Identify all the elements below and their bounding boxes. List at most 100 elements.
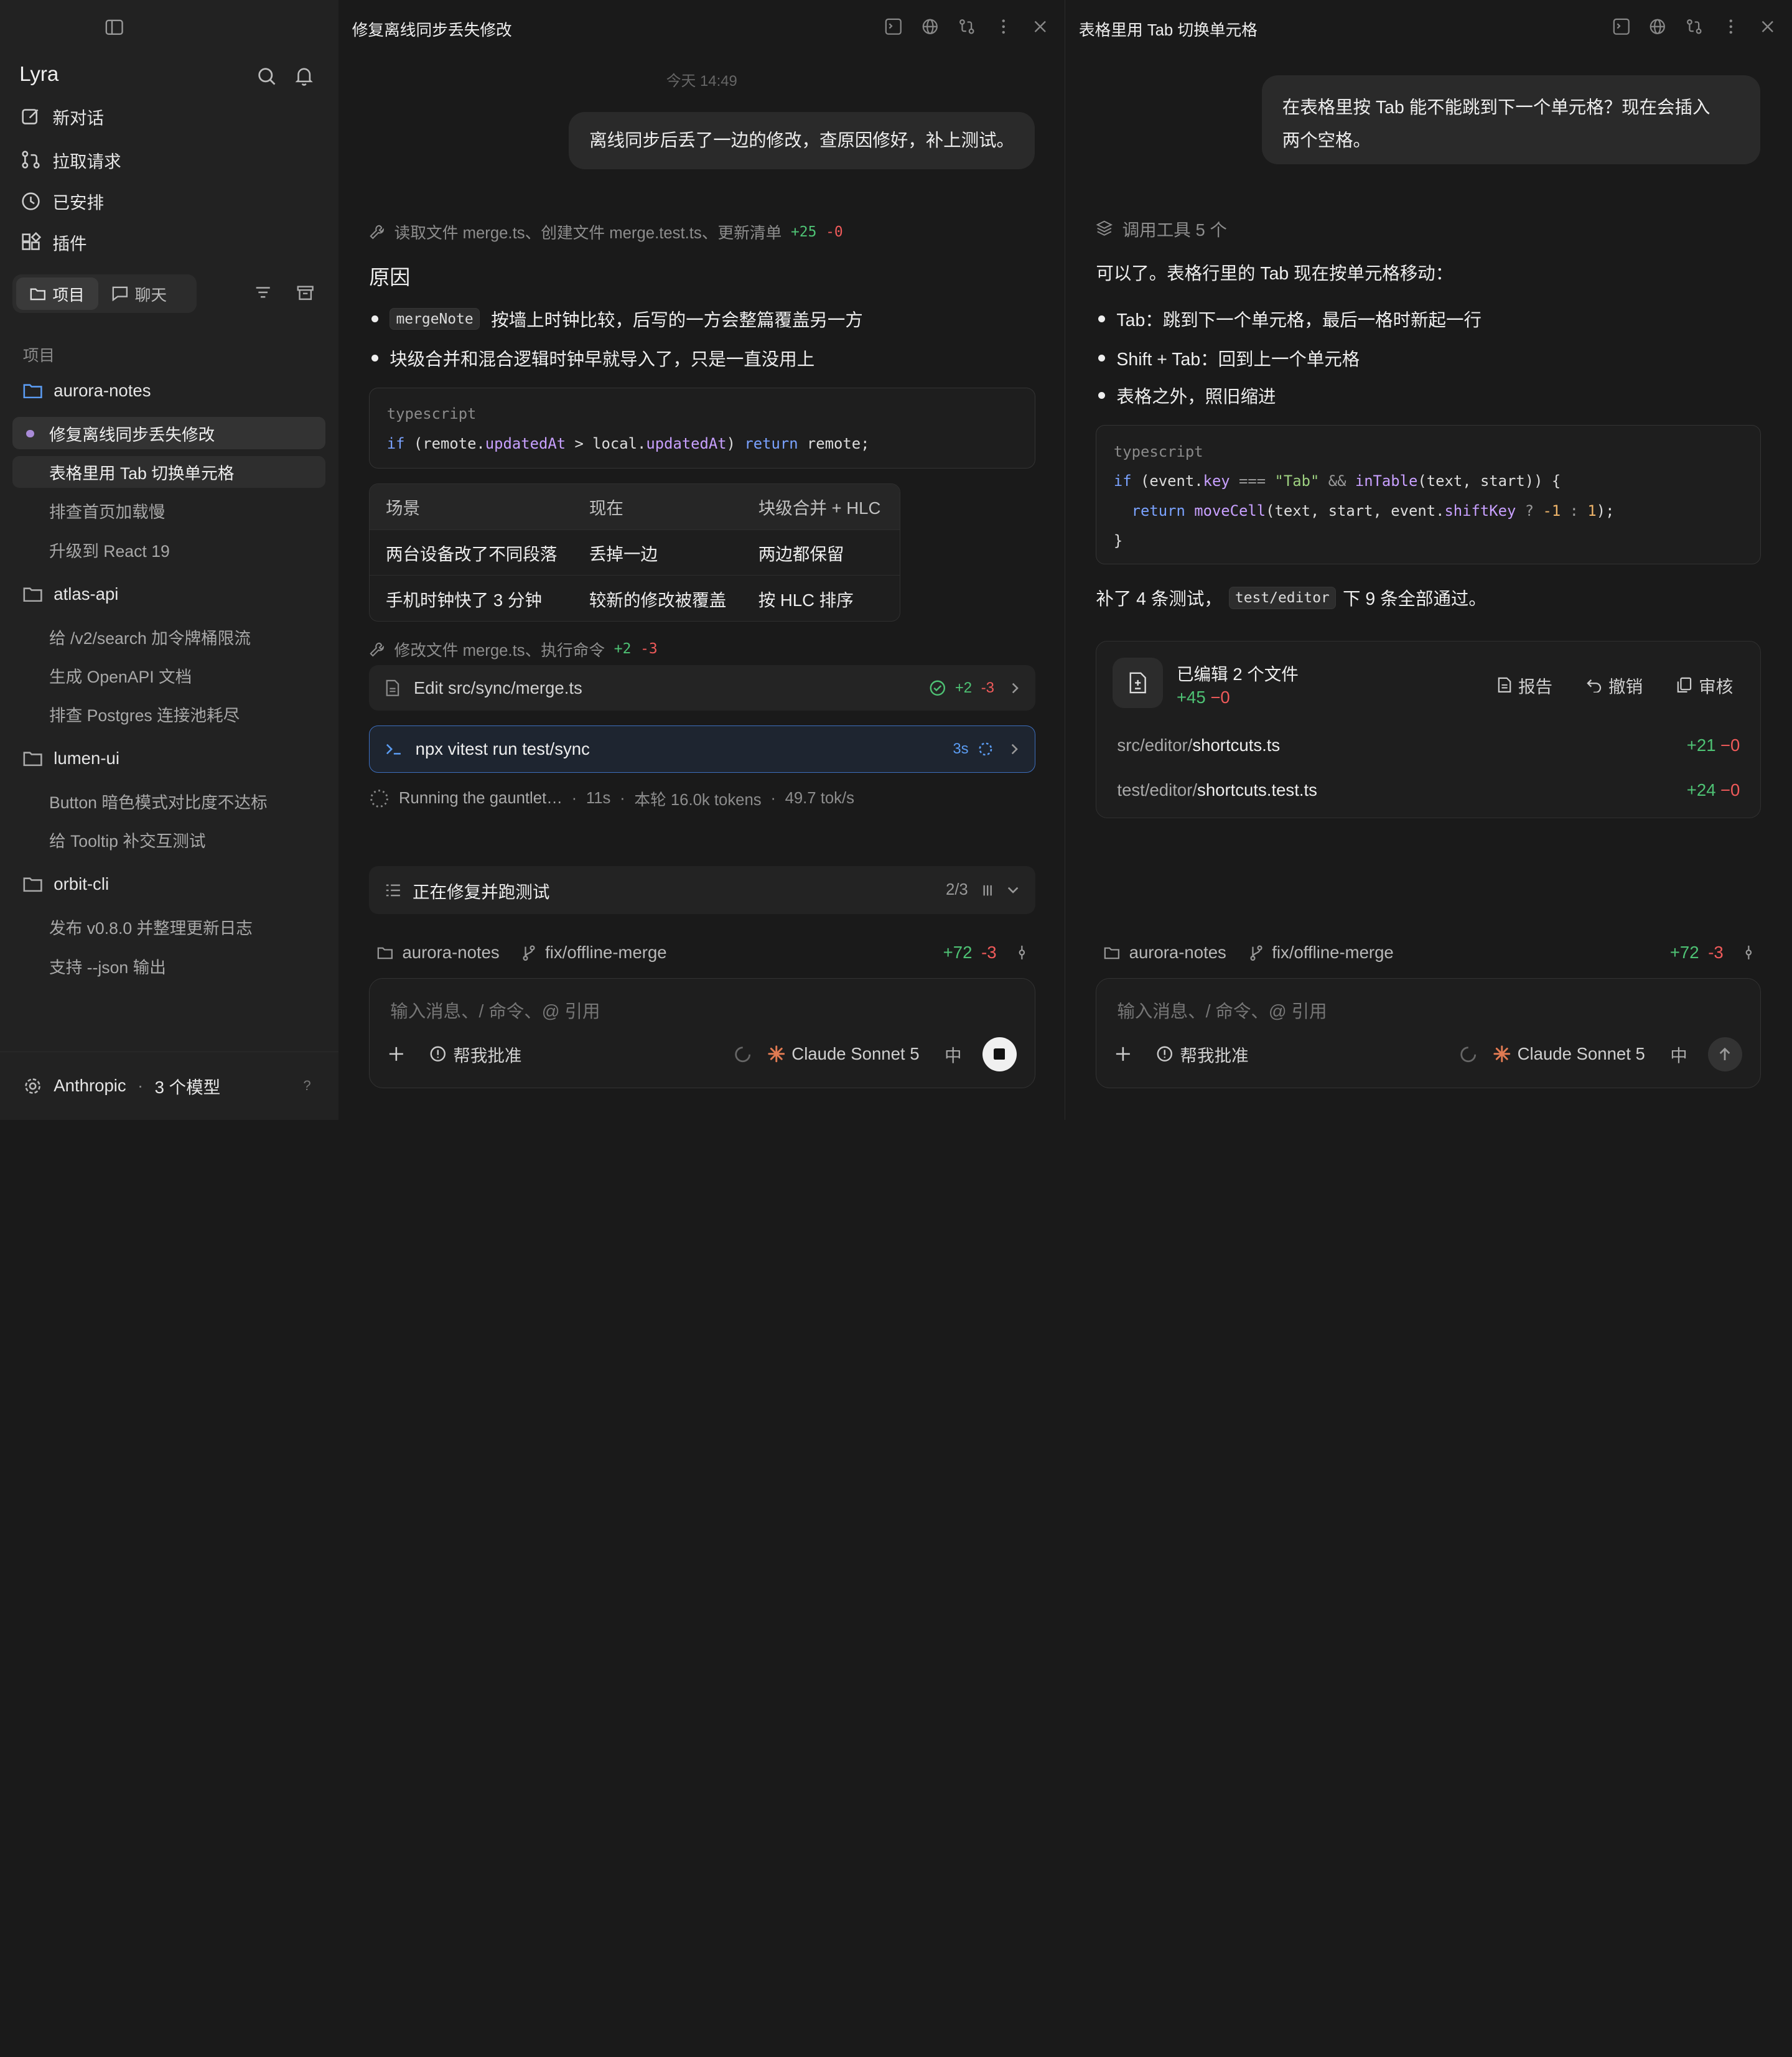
action-label: 撤销: [1608, 676, 1643, 696]
plan-progress[interactable]: 正在修复并跑测试 2/3: [369, 866, 1036, 915]
gear-icon: [23, 1076, 42, 1096]
add-icon[interactable]: [1115, 1046, 1131, 1062]
table-cell: 两台设备改了不同段落: [370, 529, 574, 576]
info-circle-icon: [429, 1045, 447, 1063]
globe-icon[interactable]: [922, 18, 939, 35]
table-header: 现在: [573, 483, 742, 530]
stop-button[interactable]: [982, 1037, 1017, 1071]
close-icon[interactable]: [1759, 18, 1776, 35]
tab-chats[interactable]: 聊天: [98, 278, 180, 309]
chevron-right-icon: [1010, 742, 1019, 756]
project-lumen-ui[interactable]: lumen-ui: [23, 749, 119, 768]
total-added: +72: [943, 943, 973, 963]
file-dir: test/editor/: [1117, 780, 1198, 800]
approve-label: 帮我批准: [1180, 1046, 1249, 1066]
chat-item[interactable]: 发布 v0.8.0 并整理更新日志: [12, 911, 325, 943]
terminal-icon[interactable]: [1613, 18, 1630, 35]
archive-icon[interactable]: [296, 284, 314, 302]
command-row[interactable]: npx vitest run test/sync 3s: [369, 725, 1036, 773]
composer-input[interactable]: 输入消息、/ 命令、@ 引用: [390, 997, 600, 1023]
close-icon[interactable]: [1032, 18, 1049, 35]
send-button[interactable]: [1707, 1037, 1742, 1071]
bell-icon[interactable]: [295, 67, 313, 86]
commit-icon[interactable]: [1744, 945, 1753, 961]
tool-summary[interactable]: 调用工具 5 个: [1096, 216, 1227, 241]
add-icon[interactable]: [388, 1046, 404, 1062]
plugin-icon: [21, 231, 42, 253]
chat-item[interactable]: 表格里用 Tab 切换单元格: [12, 455, 326, 488]
sidebar-tab-switcher: 项目 聊天: [12, 274, 197, 314]
edited-file-row[interactable]: test/editor/shortcuts.test.ts +24 −0: [1117, 780, 1740, 800]
chat-title: 表格里用 Tab 切换单元格: [49, 464, 235, 483]
search-icon[interactable]: [257, 67, 276, 86]
chat-item[interactable]: 升级到 React 19: [12, 534, 325, 566]
chat-item[interactable]: 给 Tooltip 补交互测试: [12, 824, 325, 856]
provider-name: Anthropic: [54, 1076, 126, 1096]
report-button[interactable]: 报告: [1498, 673, 1552, 697]
input-language[interactable]: 中: [1670, 1042, 1687, 1066]
chat-item[interactable]: 排查首页加载慢: [12, 495, 325, 526]
elapsed-time: 11s: [586, 790, 611, 808]
project-orbit-cli[interactable]: orbit-cli: [23, 874, 109, 894]
pause-icon[interactable]: [982, 884, 993, 897]
bullet-text: Shift + Tab：回到上一个单元格: [1116, 349, 1360, 370]
message-composer[interactable]: 输入消息、/ 命令、@ 引用 帮我批准 Claude Sonnet 5 中: [1096, 978, 1762, 1088]
diff-icon[interactable]: [958, 18, 976, 35]
input-language[interactable]: 中: [945, 1042, 962, 1066]
branch-name[interactable]: fix/offline-merge: [1272, 943, 1393, 963]
lines-removed: −0: [1720, 780, 1740, 800]
model-selector[interactable]: Claude Sonnet 5: [1493, 1044, 1645, 1064]
edit-file-row[interactable]: Edit src/sync/merge.ts +2 -3: [369, 665, 1036, 711]
new-chat-button[interactable]: 新对话: [21, 104, 104, 129]
chevron-down-icon[interactable]: [1007, 885, 1019, 895]
model-selector[interactable]: Claude Sonnet 5: [768, 1044, 920, 1064]
more-icon[interactable]: [995, 18, 1012, 35]
branch-name[interactable]: fix/offline-merge: [545, 943, 666, 963]
project-name: orbit-cli: [54, 874, 110, 894]
tool-summary[interactable]: 修改文件 merge.ts、执行命令 +2 -3: [369, 638, 658, 661]
help-icon[interactable]: ?: [303, 1078, 310, 1094]
settings-footer[interactable]: Anthropic · 3 个模型 ?: [0, 1051, 338, 1120]
approve-toggle[interactable]: 帮我批准: [1156, 1042, 1249, 1066]
approve-toggle[interactable]: 帮我批准: [429, 1042, 521, 1066]
commit-icon[interactable]: [1017, 945, 1027, 961]
info-circle-icon: [1156, 1045, 1174, 1063]
table-row: 手机时钟快了 3 分钟 较新的修改被覆盖按 HLC 排序: [370, 575, 900, 622]
project-name[interactable]: aurora-notes: [402, 943, 499, 963]
project-name[interactable]: aurora-notes: [1129, 943, 1226, 963]
chat-item[interactable]: 生成 OpenAPI 文档: [12, 660, 325, 691]
spinner-icon: [1459, 1045, 1477, 1063]
project-atlas-api[interactable]: atlas-api: [23, 584, 118, 604]
claude-star-icon: [1493, 1045, 1511, 1063]
scheduled-button[interactable]: 已安排: [21, 189, 104, 213]
user-message: 离线同步后丢了一边的修改，查原因修好，补上测试。: [569, 111, 1035, 169]
table-cell: 按 HLC 排序: [742, 575, 900, 622]
diff-icon[interactable]: [1686, 18, 1703, 35]
edited-file-row[interactable]: src/editor/shortcuts.ts +21 −0: [1117, 735, 1740, 755]
globe-icon[interactable]: [1649, 18, 1666, 35]
tab-projects[interactable]: 项目: [16, 278, 98, 310]
plugins-button[interactable]: 插件: [21, 230, 87, 254]
card-title: 已编辑 2 个文件: [1176, 664, 1299, 684]
chat-item[interactable]: 支持 --json 输出: [12, 949, 325, 981]
filter-icon[interactable]: [254, 284, 272, 301]
chat-item[interactable]: 排查 Postgres 连接池耗尽: [12, 698, 325, 730]
terminal-icon[interactable]: [885, 18, 902, 35]
command-duration: 3s: [953, 740, 969, 757]
project-aurora-notes[interactable]: aurora-notes: [23, 381, 151, 401]
menu-label: 拉取请求: [52, 151, 121, 171]
tool-summary[interactable]: 读取文件 merge.ts、创建文件 merge.test.ts、更新清单 +25…: [369, 220, 843, 243]
pull-requests-button[interactable]: 拉取请求: [21, 147, 121, 172]
chat-item[interactable]: 修复离线同步丢失修改: [12, 417, 326, 449]
more-icon[interactable]: [1722, 18, 1740, 35]
chat-item[interactable]: Button 暗色模式对比度不达标: [12, 785, 325, 817]
review-button[interactable]: 审核: [1677, 673, 1733, 697]
message-composer[interactable]: 输入消息、/ 命令、@ 引用 帮我批准 Claude Sonnet 5 中: [369, 978, 1036, 1088]
edit-file-label: Edit src/sync/merge.ts: [413, 678, 582, 697]
chat-item[interactable]: 给 /v2/search 加令牌桶限流: [12, 620, 325, 652]
undo-button[interactable]: 撤销: [1587, 673, 1643, 697]
copy-icon: [1677, 677, 1692, 693]
spinner-icon: [978, 741, 994, 757]
composer-input[interactable]: 输入消息、/ 命令、@ 引用: [1117, 997, 1327, 1023]
sidebar-toggle-icon[interactable]: [105, 19, 123, 35]
